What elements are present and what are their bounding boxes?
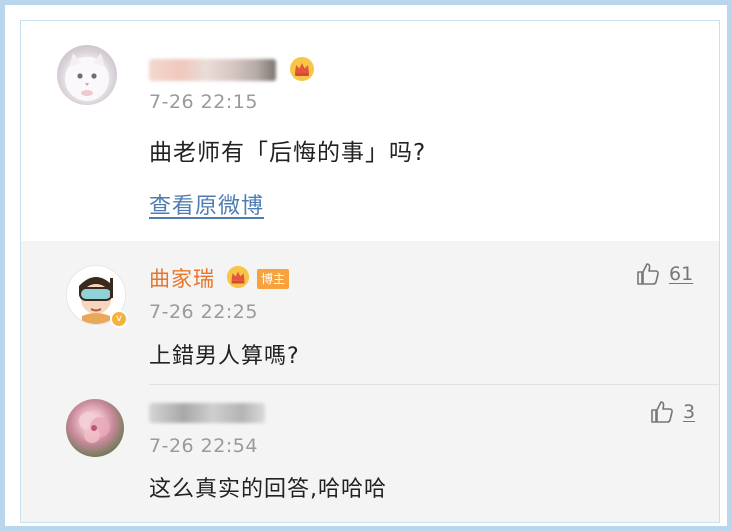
comment-list: v 曲家瑞 博主 7-26 22:25 上錯男人算嗎? 61 7-26 22:5…	[21, 241, 719, 522]
thumbs-up-icon	[637, 263, 659, 285]
cat-avatar-icon	[65, 53, 109, 101]
original-post: 7-26 22:15 曲老师有「后悔的事」吗? 查看原微博	[21, 21, 719, 241]
view-original-post-link[interactable]: 查看原微博	[149, 188, 264, 220]
like-button[interactable]: 61	[635, 261, 693, 287]
screenshot-frame: 7-26 22:15 曲老师有「后悔的事」吗? 查看原微博 v 曲家瑞 博主 7…	[0, 0, 732, 531]
verified-v-icon: v	[110, 310, 128, 328]
vip-crown-icon	[290, 57, 314, 81]
commenter-name-blurred[interactable]	[149, 403, 265, 423]
post-author-avatar[interactable]	[57, 45, 117, 105]
like-button[interactable]: 3	[649, 399, 695, 425]
commenter-avatar[interactable]	[66, 399, 124, 457]
post-content: 曲老师有「后悔的事」吗?	[149, 140, 427, 166]
comment-username[interactable]: 曲家瑞	[149, 263, 215, 293]
post-author-name-blurred[interactable]	[149, 59, 276, 81]
comment-time: 7-26 22:54	[149, 435, 258, 457]
weibo-card: 7-26 22:15 曲老师有「后悔的事」吗? 查看原微博 v 曲家瑞 博主 7…	[20, 20, 720, 523]
thumbs-up-icon	[651, 401, 673, 423]
comment-content: 上錯男人算嗎?	[149, 344, 300, 369]
comment-time: 7-26 22:25	[149, 301, 258, 323]
blogger-badge: 博主	[257, 269, 290, 289]
like-count: 3	[683, 401, 696, 423]
vip-crown-icon	[226, 265, 250, 289]
flower-avatar-icon	[79, 412, 110, 443]
comment-content: 这么真实的回答,哈哈哈	[149, 477, 387, 502]
comment-item: 7-26 22:54 这么真实的回答,哈哈哈 3	[21, 385, 719, 522]
comment-item: v 曲家瑞 博主 7-26 22:25 上錯男人算嗎? 61	[21, 241, 719, 384]
post-time: 7-26 22:15	[149, 91, 258, 113]
like-count: 61	[669, 263, 694, 285]
